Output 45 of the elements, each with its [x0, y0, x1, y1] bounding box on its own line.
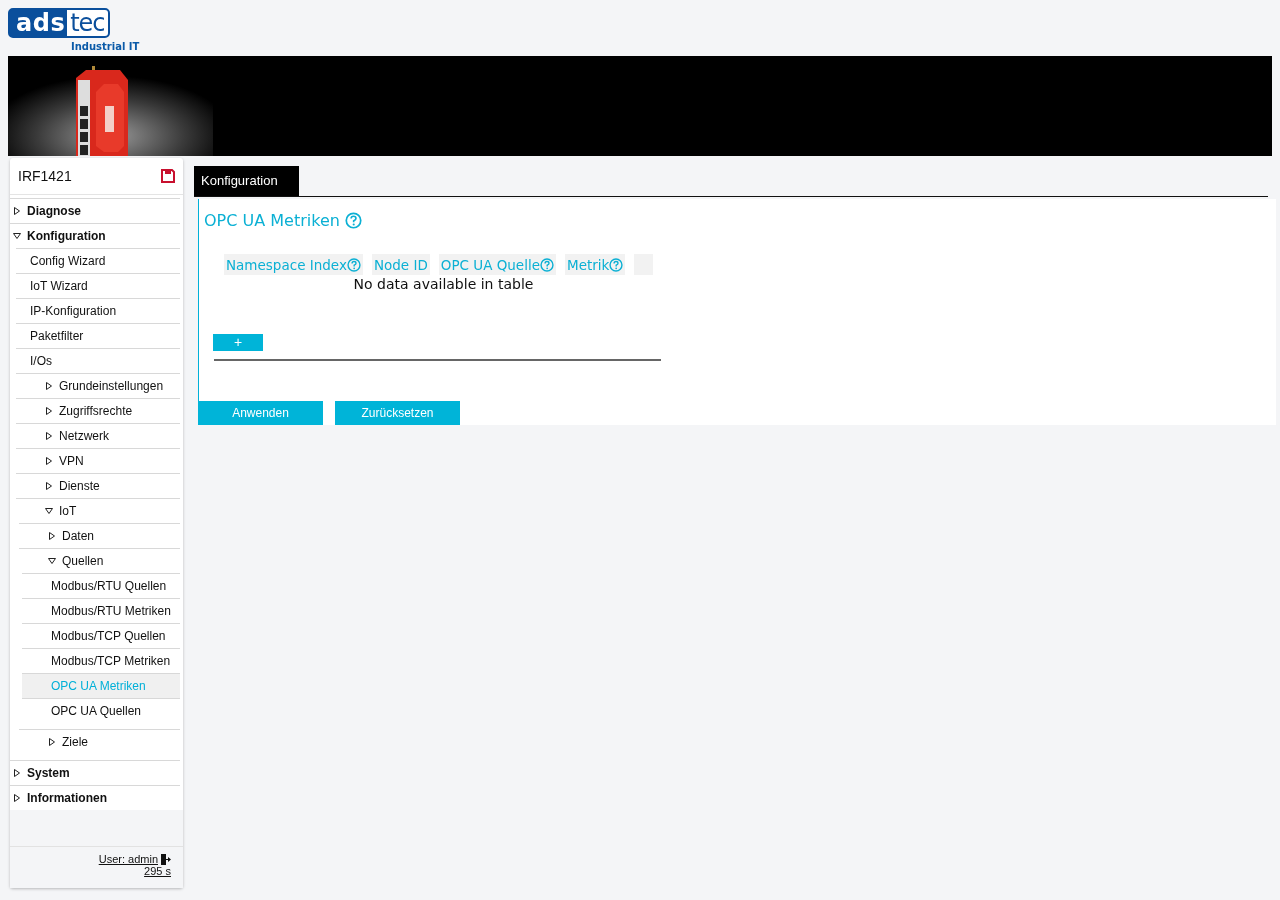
nav-item[interactable]: Diagnose: [10, 198, 180, 223]
logout-icon[interactable]: [160, 853, 171, 865]
tree-toggle-icon[interactable]: [48, 738, 56, 746]
nav-item[interactable]: System: [10, 760, 180, 785]
help-icon[interactable]: [344, 212, 362, 229]
nav-item[interactable]: I/Os: [16, 348, 180, 373]
nav-item[interactable]: Ziele: [19, 729, 180, 754]
nav-item[interactable]: Dienste: [16, 473, 180, 498]
user-link[interactable]: User: admin: [98, 853, 158, 865]
tree-toggle-icon[interactable]: [45, 457, 53, 465]
tab[interactable]: Konfiguration: [194, 166, 299, 196]
tree-toggle-icon[interactable]: [13, 207, 21, 215]
tree-toggle-icon[interactable]: [13, 769, 21, 777]
logo-tagline: Industrial IT: [71, 41, 140, 52]
tree-toggle-icon[interactable]: [13, 794, 21, 802]
tree-toggle-icon[interactable]: [45, 507, 53, 515]
tree-toggle-icon[interactable]: [48, 557, 56, 565]
nav-item[interactable]: OPC UA Quellen: [22, 698, 180, 723]
nav-item[interactable]: VPN: [16, 448, 180, 473]
tree-toggle-icon[interactable]: [45, 407, 53, 415]
session-timer[interactable]: 295 s: [144, 865, 171, 877]
nav-item[interactable]: Modbus/RTU Quellen: [22, 573, 180, 598]
nav-item[interactable]: Konfiguration: [10, 223, 180, 248]
page-title: OPC UA Metriken: [204, 211, 340, 230]
tree-toggle-icon[interactable]: [45, 482, 53, 490]
nav-item[interactable]: Modbus/RTU Metriken: [22, 598, 180, 623]
nav-item[interactable]: Modbus/TCP Quellen: [22, 623, 180, 648]
nav-item[interactable]: IoT: [16, 498, 180, 523]
nav-item[interactable]: Grundeinstellungen: [16, 373, 180, 398]
nav-item[interactable]: IoT Wizard: [16, 273, 180, 298]
nav-item[interactable]: Quellen: [19, 548, 180, 573]
tree-toggle-icon[interactable]: [45, 432, 53, 440]
tree-toggle-icon[interactable]: [48, 532, 56, 540]
nav-item[interactable]: Zugriffsrechte: [16, 398, 180, 423]
nav-item[interactable]: Netzwerk: [16, 423, 180, 448]
nav-item[interactable]: Paketfilter: [16, 323, 180, 348]
empty-table-message: No data available in table: [352, 276, 535, 292]
logo: ads tec: [8, 8, 110, 38]
tree-toggle-icon[interactable]: [45, 382, 53, 390]
save-icon[interactable]: [161, 169, 175, 183]
nav-item[interactable]: Daten: [19, 523, 180, 548]
tree-toggle-icon[interactable]: [13, 232, 21, 240]
nav-item[interactable]: Config Wizard: [16, 248, 180, 273]
device-name: IRF1421: [18, 168, 72, 184]
nav-item[interactable]: IP-Konfiguration: [16, 298, 180, 323]
